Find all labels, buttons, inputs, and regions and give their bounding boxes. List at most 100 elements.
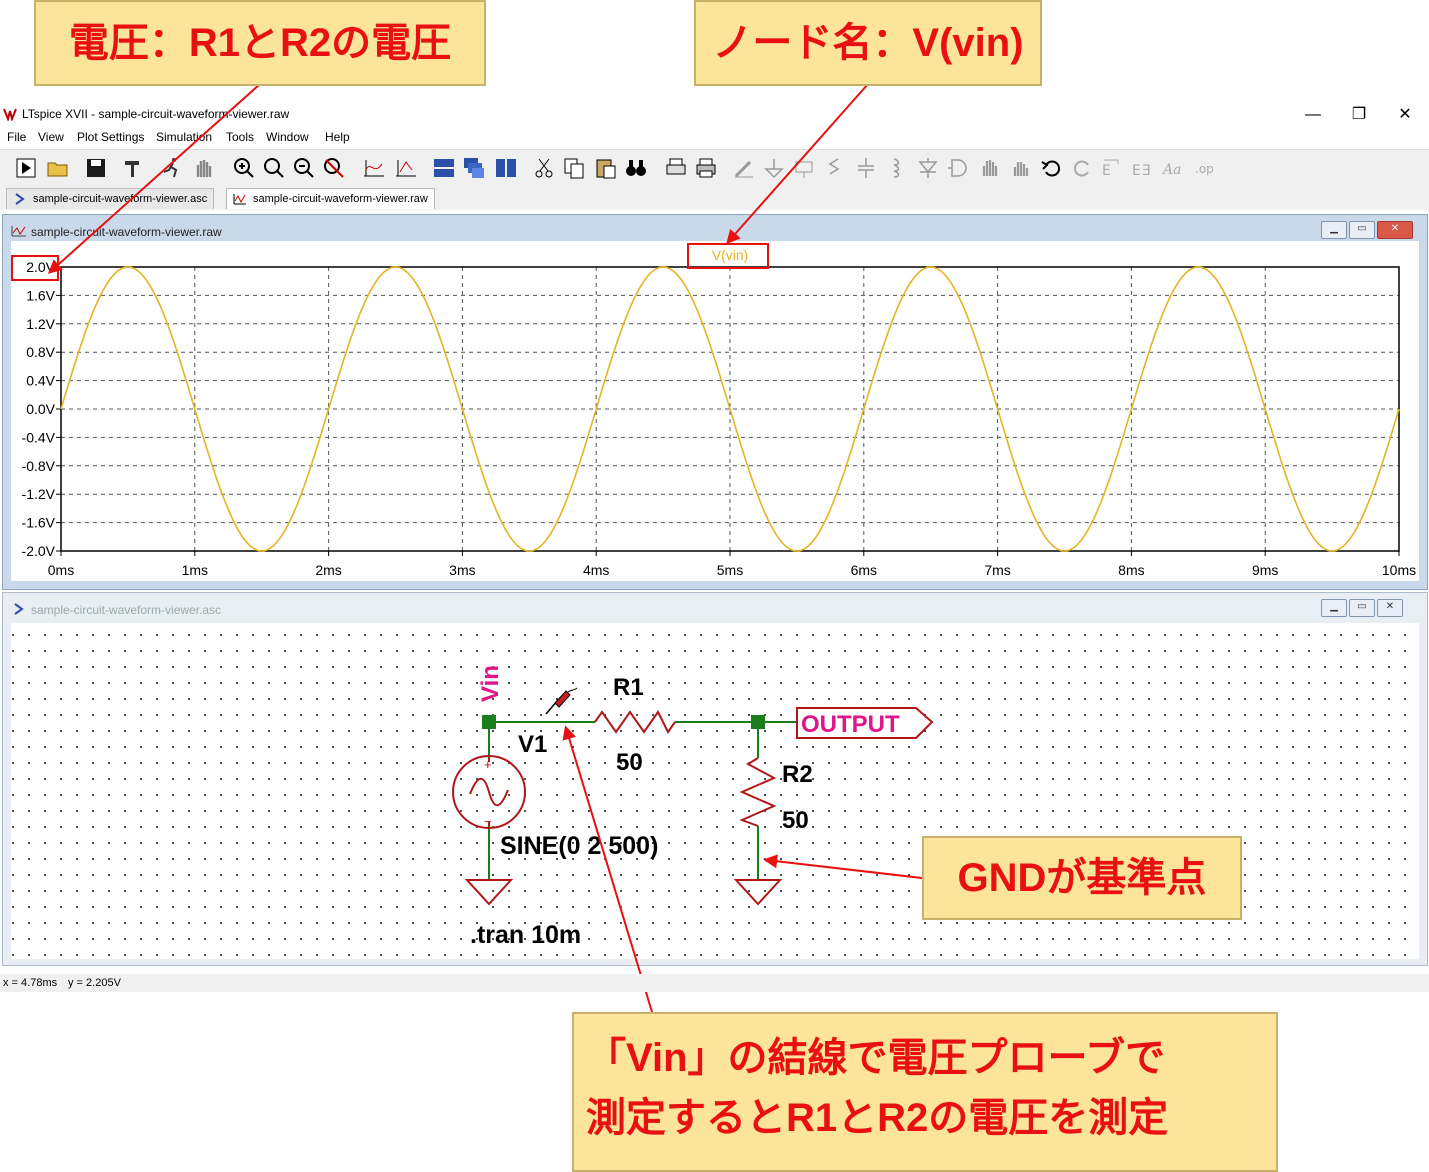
tab-schematic-label: sample-circuit-waveform-viewer.asc xyxy=(33,193,208,205)
zoom-out-icon[interactable] xyxy=(292,156,316,180)
draw-wire-icon[interactable] xyxy=(732,156,756,180)
waveform-icon xyxy=(233,194,246,205)
callout-node-text: ノード名：V(vin) xyxy=(712,21,1024,65)
minimize-button[interactable]: — xyxy=(1290,103,1336,127)
halt-hand-icon[interactable] xyxy=(192,156,216,180)
callout-probe: 「Vin」の結線で電圧プローブで 測定するとR1とR2の電圧を測定 xyxy=(572,1012,1278,1172)
cut-icon[interactable] xyxy=(532,156,556,180)
y-tick-label: -1.6V xyxy=(22,515,56,531)
callout-voltage: 電圧：R1とR2の電圧 xyxy=(34,0,486,86)
x-tick-label: 8ms xyxy=(1118,562,1144,578)
close-button[interactable]: ✕ xyxy=(1382,103,1428,127)
cursor-y-readout: y = 2.205V xyxy=(68,977,121,989)
tile-horizontal-icon[interactable] xyxy=(432,156,456,180)
mdi-restore-button[interactable]: ▭ xyxy=(1349,221,1375,239)
print-preview-icon[interactable] xyxy=(664,156,688,180)
mirror-icon[interactable]: EƎ xyxy=(1130,156,1154,180)
spice-directive-icon[interactable]: .op xyxy=(1194,156,1218,180)
cursor-x-readout: x = 4.78ms xyxy=(3,977,58,989)
menu-tools[interactable]: Tools xyxy=(226,130,254,144)
tab-schematic[interactable]: sample-circuit-waveform-viewer.asc xyxy=(6,188,215,209)
y-tick-label: -2.0V xyxy=(22,543,56,559)
svg-text:E: E xyxy=(1132,163,1141,179)
x-tick-label: 4ms xyxy=(583,562,609,578)
tile-vertical-icon[interactable] xyxy=(494,156,518,180)
label-net-icon[interactable] xyxy=(792,156,816,180)
schematic-icon xyxy=(15,193,25,205)
waveform-icon xyxy=(11,226,26,237)
waveform-window: sample-circuit-waveform-viewer.raw ▁ ▭ ✕… xyxy=(2,214,1428,590)
x-tick-label: 2ms xyxy=(315,562,341,578)
x-tick-label: 7ms xyxy=(984,562,1010,578)
waveform-chart[interactable]: 2.0V 1.6V 1.2V 0.8V 0.4V 0.0V -0.4V -0.8V -1.2V -… xyxy=(11,241,1419,581)
x-tick-label: 6ms xyxy=(851,562,877,578)
plot-area[interactable]: 2.0V 1.6V 1.2V 0.8V 0.4V 0.0V -0.4V -0.8V -1.2V -… xyxy=(11,241,1419,581)
menu-window[interactable]: Window xyxy=(266,130,309,144)
rotate-icon[interactable]: E xyxy=(1100,156,1124,180)
inductor-icon[interactable] xyxy=(884,156,908,180)
hammer-icon[interactable] xyxy=(122,156,146,180)
y-tick-label: 0.0V xyxy=(26,401,55,417)
callout-voltage-text: 電圧：R1とR2の電圧 xyxy=(68,21,452,65)
y-tick-label: -0.8V xyxy=(22,458,56,474)
menu-file[interactable]: File xyxy=(7,130,26,144)
mdi-minimize-button[interactable]: ▁ xyxy=(1321,221,1347,239)
save-icon[interactable] xyxy=(84,156,108,180)
copy-icon[interactable] xyxy=(562,156,586,180)
callout-gnd: GNDが基準点 xyxy=(922,836,1242,920)
y-tick-label: 0.4V xyxy=(26,373,55,389)
schematic-window-title: sample-circuit-waveform-viewer.asc xyxy=(31,603,222,617)
resistor-icon[interactable] xyxy=(822,156,846,180)
ground-icon[interactable] xyxy=(762,156,786,180)
svg-text:E: E xyxy=(1102,163,1111,179)
status-bar: x = 4.78ms y = 2.205V xyxy=(0,974,1429,992)
x-tick-label: 3ms xyxy=(449,562,475,578)
zoom-in-icon[interactable] xyxy=(232,156,256,180)
drag-hand-icon[interactable] xyxy=(1008,156,1032,180)
open-folder-icon[interactable] xyxy=(46,156,70,180)
tab-waveform[interactable]: sample-circuit-waveform-viewer.raw xyxy=(226,188,435,209)
mdi-minimize-button[interactable]: ▁ xyxy=(1321,599,1347,617)
run-icon[interactable] xyxy=(14,156,38,180)
move-hand-icon[interactable] xyxy=(978,156,1002,180)
y-tick-label: 2.0V xyxy=(26,259,55,275)
redo-icon[interactable] xyxy=(1070,156,1094,180)
trace-label[interactable]: V(vin) xyxy=(712,247,749,263)
x-tick-label: 0ms xyxy=(48,562,74,578)
autorange-icon[interactable] xyxy=(362,156,386,180)
cascade-icon[interactable] xyxy=(462,156,486,180)
manual-limits-icon[interactable] xyxy=(394,156,418,180)
menu-help[interactable]: Help xyxy=(325,130,350,144)
y-tick-label: -0.4V xyxy=(22,429,56,445)
find-icon[interactable] xyxy=(624,156,648,180)
menu-bar: File View Plot Settings Simulation Tools… xyxy=(0,127,1429,147)
paste-icon[interactable] xyxy=(594,156,618,180)
zoom-pan-icon[interactable] xyxy=(262,156,286,180)
mdi-close-button[interactable]: ✕ xyxy=(1377,599,1403,617)
callout-node-name: ノード名：V(vin) xyxy=(694,0,1042,86)
y-tick-label: 1.2V xyxy=(26,316,55,332)
diode-icon[interactable] xyxy=(916,156,940,180)
callout-probe-line2: 測定するとR1とR2の電圧を測定 xyxy=(586,1096,1169,1140)
x-tick-label: 5ms xyxy=(717,562,743,578)
ltspice-app-icon xyxy=(3,108,17,121)
restore-button[interactable]: ❐ xyxy=(1336,103,1382,127)
zoom-fit-icon[interactable] xyxy=(322,156,346,180)
component-icon[interactable] xyxy=(946,156,970,180)
mdi-restore-button[interactable]: ▭ xyxy=(1349,599,1375,617)
text-icon[interactable]: Aa xyxy=(1162,156,1186,180)
menu-plot-settings[interactable]: Plot Settings xyxy=(77,130,144,144)
svg-text:Ǝ: Ǝ xyxy=(1142,163,1151,179)
print-icon[interactable] xyxy=(694,156,718,180)
run-man-icon[interactable] xyxy=(160,156,184,180)
x-tick-label: 9ms xyxy=(1252,562,1278,578)
menu-view[interactable]: View xyxy=(38,130,64,144)
toolbar: E EƎ Aa .op xyxy=(0,149,1429,186)
undo-icon[interactable] xyxy=(1040,156,1064,180)
x-tick-label: 10ms xyxy=(1382,562,1416,578)
mdi-close-button[interactable]: ✕ xyxy=(1377,221,1413,239)
x-axis-ticks: 0ms 1ms 2ms 3ms 4ms 5ms 6ms 7ms 8ms 9ms 10ms xyxy=(48,551,1416,578)
svg-text:Aa: Aa xyxy=(1162,162,1181,178)
capacitor-icon[interactable] xyxy=(854,156,878,180)
menu-simulation[interactable]: Simulation xyxy=(156,130,212,144)
